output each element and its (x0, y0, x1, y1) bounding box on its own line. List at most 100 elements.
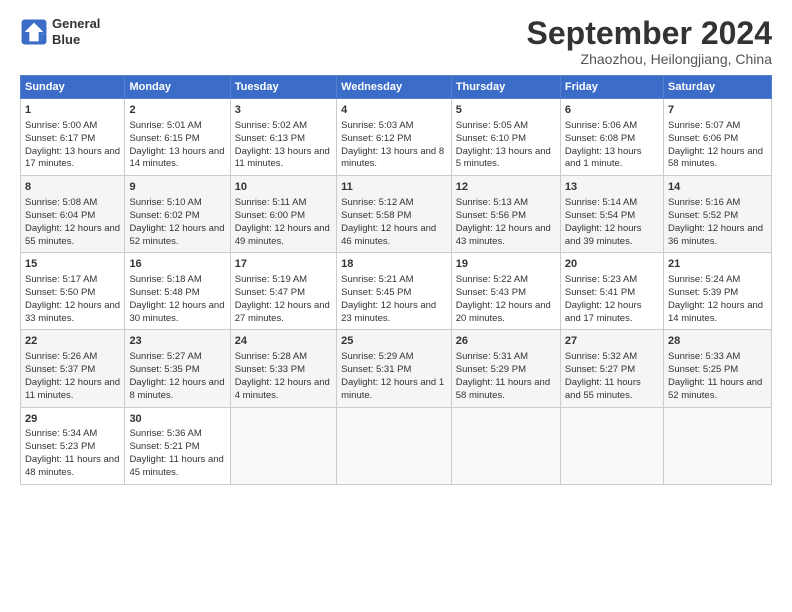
table-cell: 7 Sunrise: 5:07 AMSunset: 6:06 PMDayligh… (663, 99, 771, 176)
table-row: 15 Sunrise: 5:17 AMSunset: 5:50 PMDaylig… (21, 253, 772, 330)
col-thursday: Thursday (451, 76, 560, 99)
cell-text: Sunrise: 5:19 AMSunset: 5:47 PMDaylight:… (235, 274, 330, 323)
cell-text: Sunrise: 5:07 AMSunset: 6:06 PMDaylight:… (668, 120, 763, 169)
cell-text: Sunrise: 5:01 AMSunset: 6:15 PMDaylight:… (129, 120, 224, 169)
table-cell: 28 Sunrise: 5:33 AMSunset: 5:25 PMDaylig… (663, 330, 771, 407)
cell-text: Sunrise: 5:33 AMSunset: 5:25 PMDaylight:… (668, 351, 762, 400)
subtitle: Zhaozhou, Heilongjiang, China (527, 51, 772, 67)
table-cell: 29 Sunrise: 5:34 AMSunset: 5:23 PMDaylig… (21, 407, 125, 484)
cell-text: Sunrise: 5:10 AMSunset: 6:02 PMDaylight:… (129, 197, 224, 246)
day-number: 22 (25, 334, 120, 349)
cell-text: Sunrise: 5:28 AMSunset: 5:33 PMDaylight:… (235, 351, 330, 400)
cell-text: Sunrise: 5:14 AMSunset: 5:54 PMDaylight:… (565, 197, 642, 246)
day-number: 7 (668, 103, 767, 118)
table-cell: 11 Sunrise: 5:12 AMSunset: 5:58 PMDaylig… (337, 176, 452, 253)
day-number: 16 (129, 257, 225, 272)
table-cell (337, 407, 452, 484)
table-cell: 15 Sunrise: 5:17 AMSunset: 5:50 PMDaylig… (21, 253, 125, 330)
table-cell: 1 Sunrise: 5:00 AMSunset: 6:17 PMDayligh… (21, 99, 125, 176)
day-number: 8 (25, 180, 120, 195)
day-number: 13 (565, 180, 659, 195)
title-block: September 2024 Zhaozhou, Heilongjiang, C… (527, 16, 772, 67)
cell-text: Sunrise: 5:08 AMSunset: 6:04 PMDaylight:… (25, 197, 120, 246)
cell-text: Sunrise: 5:24 AMSunset: 5:39 PMDaylight:… (668, 274, 763, 323)
logo: General Blue (20, 16, 100, 47)
table-cell: 12 Sunrise: 5:13 AMSunset: 5:56 PMDaylig… (451, 176, 560, 253)
day-number: 17 (235, 257, 332, 272)
day-number: 20 (565, 257, 659, 272)
table-cell: 24 Sunrise: 5:28 AMSunset: 5:33 PMDaylig… (230, 330, 336, 407)
day-number: 27 (565, 334, 659, 349)
logo-icon (20, 18, 48, 46)
day-number: 25 (341, 334, 447, 349)
cell-text: Sunrise: 5:21 AMSunset: 5:45 PMDaylight:… (341, 274, 436, 323)
day-number: 1 (25, 103, 120, 118)
table-cell (663, 407, 771, 484)
cell-text: Sunrise: 5:06 AMSunset: 6:08 PMDaylight:… (565, 120, 642, 169)
table-cell (560, 407, 663, 484)
table-cell: 8 Sunrise: 5:08 AMSunset: 6:04 PMDayligh… (21, 176, 125, 253)
cell-text: Sunrise: 5:00 AMSunset: 6:17 PMDaylight:… (25, 120, 120, 169)
table-cell: 22 Sunrise: 5:26 AMSunset: 5:37 PMDaylig… (21, 330, 125, 407)
cell-text: Sunrise: 5:22 AMSunset: 5:43 PMDaylight:… (456, 274, 551, 323)
day-number: 24 (235, 334, 332, 349)
col-saturday: Saturday (663, 76, 771, 99)
table-cell: 5 Sunrise: 5:05 AMSunset: 6:10 PMDayligh… (451, 99, 560, 176)
day-number: 19 (456, 257, 556, 272)
cell-text: Sunrise: 5:32 AMSunset: 5:27 PMDaylight:… (565, 351, 641, 400)
cell-text: Sunrise: 5:31 AMSunset: 5:29 PMDaylight:… (456, 351, 550, 400)
cell-text: Sunrise: 5:13 AMSunset: 5:56 PMDaylight:… (456, 197, 551, 246)
table-cell: 26 Sunrise: 5:31 AMSunset: 5:29 PMDaylig… (451, 330, 560, 407)
table-row: 22 Sunrise: 5:26 AMSunset: 5:37 PMDaylig… (21, 330, 772, 407)
day-number: 28 (668, 334, 767, 349)
cell-text: Sunrise: 5:34 AMSunset: 5:23 PMDaylight:… (25, 428, 119, 477)
cell-text: Sunrise: 5:18 AMSunset: 5:48 PMDaylight:… (129, 274, 224, 323)
col-friday: Friday (560, 76, 663, 99)
table-cell: 2 Sunrise: 5:01 AMSunset: 6:15 PMDayligh… (125, 99, 230, 176)
table-cell (451, 407, 560, 484)
table-cell (230, 407, 336, 484)
cell-text: Sunrise: 5:17 AMSunset: 5:50 PMDaylight:… (25, 274, 120, 323)
day-number: 30 (129, 412, 225, 427)
col-sunday: Sunday (21, 76, 125, 99)
table-cell: 3 Sunrise: 5:02 AMSunset: 6:13 PMDayligh… (230, 99, 336, 176)
table-cell: 6 Sunrise: 5:06 AMSunset: 6:08 PMDayligh… (560, 99, 663, 176)
table-cell: 13 Sunrise: 5:14 AMSunset: 5:54 PMDaylig… (560, 176, 663, 253)
day-number: 18 (341, 257, 447, 272)
cell-text: Sunrise: 5:03 AMSunset: 6:12 PMDaylight:… (341, 120, 444, 169)
day-number: 11 (341, 180, 447, 195)
table-cell: 18 Sunrise: 5:21 AMSunset: 5:45 PMDaylig… (337, 253, 452, 330)
day-number: 4 (341, 103, 447, 118)
table-row: 8 Sunrise: 5:08 AMSunset: 6:04 PMDayligh… (21, 176, 772, 253)
col-monday: Monday (125, 76, 230, 99)
day-number: 2 (129, 103, 225, 118)
day-number: 6 (565, 103, 659, 118)
col-tuesday: Tuesday (230, 76, 336, 99)
day-number: 9 (129, 180, 225, 195)
cell-text: Sunrise: 5:36 AMSunset: 5:21 PMDaylight:… (129, 428, 223, 477)
table-cell: 17 Sunrise: 5:19 AMSunset: 5:47 PMDaylig… (230, 253, 336, 330)
cell-text: Sunrise: 5:05 AMSunset: 6:10 PMDaylight:… (456, 120, 551, 169)
day-number: 15 (25, 257, 120, 272)
cell-text: Sunrise: 5:29 AMSunset: 5:31 PMDaylight:… (341, 351, 444, 400)
table-row: 1 Sunrise: 5:00 AMSunset: 6:17 PMDayligh… (21, 99, 772, 176)
table-cell: 25 Sunrise: 5:29 AMSunset: 5:31 PMDaylig… (337, 330, 452, 407)
day-number: 29 (25, 412, 120, 427)
cell-text: Sunrise: 5:12 AMSunset: 5:58 PMDaylight:… (341, 197, 436, 246)
day-number: 12 (456, 180, 556, 195)
calendar-table: Sunday Monday Tuesday Wednesday Thursday… (20, 75, 772, 484)
col-wednesday: Wednesday (337, 76, 452, 99)
table-cell: 14 Sunrise: 5:16 AMSunset: 5:52 PMDaylig… (663, 176, 771, 253)
table-row: 29 Sunrise: 5:34 AMSunset: 5:23 PMDaylig… (21, 407, 772, 484)
table-cell: 30 Sunrise: 5:36 AMSunset: 5:21 PMDaylig… (125, 407, 230, 484)
day-number: 14 (668, 180, 767, 195)
day-number: 5 (456, 103, 556, 118)
day-number: 23 (129, 334, 225, 349)
header-row: Sunday Monday Tuesday Wednesday Thursday… (21, 76, 772, 99)
day-number: 26 (456, 334, 556, 349)
day-number: 21 (668, 257, 767, 272)
table-cell: 23 Sunrise: 5:27 AMSunset: 5:35 PMDaylig… (125, 330, 230, 407)
day-number: 10 (235, 180, 332, 195)
table-cell: 9 Sunrise: 5:10 AMSunset: 6:02 PMDayligh… (125, 176, 230, 253)
cell-text: Sunrise: 5:27 AMSunset: 5:35 PMDaylight:… (129, 351, 224, 400)
